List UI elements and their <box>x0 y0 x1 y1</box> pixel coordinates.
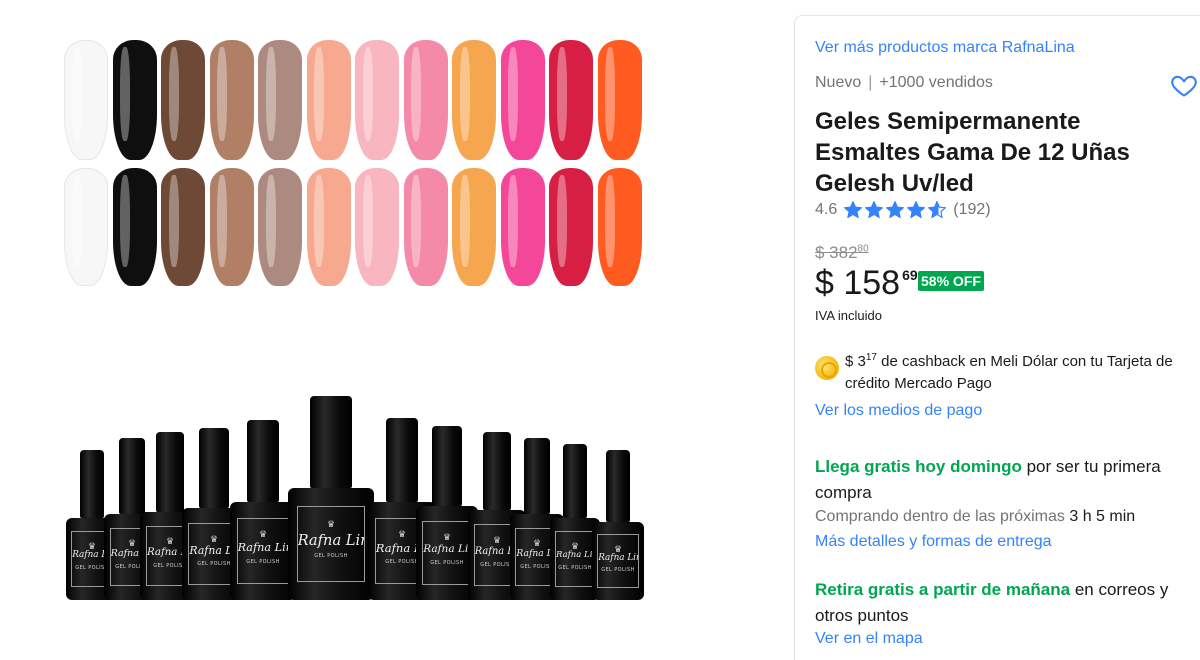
nail-swatch <box>355 168 399 286</box>
star-icon <box>886 201 905 219</box>
current-price-cents: 69 <box>902 267 918 283</box>
countdown-time: 3 h 5 min <box>1069 508 1136 525</box>
nail-swatch <box>500 168 545 286</box>
tax-note: IVA incluido <box>815 308 882 323</box>
condition-line: Nuevo | +1000 vendidos <box>815 74 993 92</box>
nail-swatch <box>452 40 496 160</box>
gel-bottle: ♛Rafna LinaGEL POLISH <box>230 420 296 600</box>
rating-stars <box>843 200 947 220</box>
nail-swatch <box>64 168 108 286</box>
review-count: (192) <box>953 201 991 218</box>
free-shipping-label: Llega gratis hoy domingo <box>815 457 1022 476</box>
heart-outline-icon[interactable] <box>1170 71 1198 99</box>
free-pickup-label: Retira gratis a partir de mañana <box>815 580 1071 599</box>
nail-swatch <box>161 40 205 160</box>
nail-swatch <box>549 168 593 286</box>
rating-value: 4.6 <box>815 201 838 218</box>
delivery-details-link[interactable]: Más detalles y formas de entrega <box>815 533 1052 551</box>
nail-swatch <box>403 40 448 160</box>
shipping-info: Llega gratis hoy domingo por ser tu prim… <box>815 454 1200 506</box>
nail-swatch <box>112 40 157 160</box>
nail-swatch <box>549 40 593 160</box>
nail-swatches-image[interactable] <box>60 40 650 290</box>
nail-swatch <box>161 168 205 286</box>
nail-swatch <box>258 168 302 286</box>
pickup-info: Retira gratis a partir de mañana en corr… <box>815 577 1200 629</box>
cashback-info: $ 317 de cashback en Meli Dólar con tu T… <box>815 347 1195 395</box>
original-price-cents: 80 <box>857 243 869 255</box>
nail-swatch <box>597 168 642 286</box>
cashback-cents: 17 <box>865 352 877 363</box>
cashback-text: $ 317 de cashback en Meli Dólar con tu T… <box>845 347 1195 395</box>
nail-swatch <box>306 168 351 286</box>
rating-summary[interactable]: 4.6 (192) <box>815 200 991 220</box>
brand-link[interactable]: Ver más productos marca RafnaLina <box>815 39 1075 57</box>
product-title: Geles Semipermanente Esmaltes Gama De 12… <box>815 108 1130 197</box>
nail-swatch <box>500 40 545 160</box>
nail-swatch <box>64 40 108 160</box>
discount-badge: 58% OFF <box>918 271 984 291</box>
nail-swatch <box>355 40 399 160</box>
star-icon <box>928 201 947 219</box>
current-price: $ 158 69 <box>815 263 918 303</box>
condition-label: Nuevo <box>815 74 862 91</box>
product-gallery: ♛Rafna LinaGEL POLISH♛Rafna LinaGEL POLI… <box>0 0 790 660</box>
gel-bottles-image[interactable]: ♛Rafna LinaGEL POLISH♛Rafna LinaGEL POLI… <box>60 385 650 600</box>
nail-swatch <box>209 168 254 286</box>
gel-bottle: ♛Rafna LinaGEL POLISH <box>592 450 644 600</box>
separator: | <box>868 74 873 91</box>
nail-swatch <box>112 168 157 286</box>
original-price-main: $ 382 <box>815 243 858 262</box>
nail-swatch <box>597 40 642 160</box>
original-price: $ 38280 <box>815 243 869 263</box>
nail-swatch <box>209 40 254 160</box>
cashback-description: de cashback en Meli Dólar con tu Tarjeta… <box>845 353 1173 392</box>
map-link[interactable]: Ver en el mapa <box>815 630 923 648</box>
countdown-prefix: Comprando dentro de las próximas <box>815 508 1070 525</box>
star-icon <box>865 201 884 219</box>
nail-swatch <box>452 168 496 286</box>
delivery-countdown: Comprando dentro de las próximas 3 h 5 m… <box>815 508 1135 526</box>
star-icon <box>907 201 926 219</box>
current-price-main: $ 158 <box>815 264 901 302</box>
sold-count: +1000 vendidos <box>879 74 993 91</box>
product-info-panel: Ver más productos marca RafnaLina Nuevo |… <box>794 15 1200 660</box>
nail-swatch <box>258 40 302 160</box>
nail-swatch <box>403 168 448 286</box>
nail-swatch <box>306 40 351 160</box>
cashback-amount: $ 3 <box>845 353 866 370</box>
payment-methods-link[interactable]: Ver los medios de pago <box>815 402 982 420</box>
meli-dolar-coin-icon <box>815 356 839 380</box>
star-icon <box>844 201 863 219</box>
gel-bottle: ♛Rafna LinaGEL POLISH <box>288 396 374 600</box>
